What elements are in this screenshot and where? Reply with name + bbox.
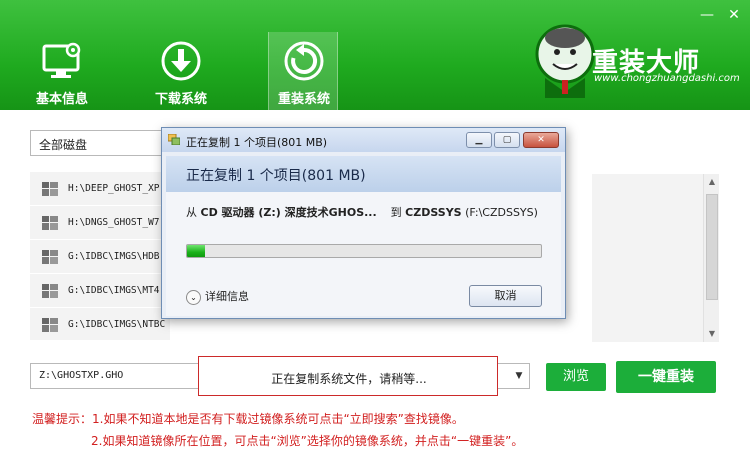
windows-logo-icon [42,249,58,264]
scroll-thumb[interactable] [706,194,718,300]
image-path: G:\IDBC\IMGS\MT4 [68,285,160,296]
dialog-header: 正在复制 1 个项目(801 MB) [166,156,561,192]
image-path: G:\IDBC\IMGS\HDB [68,251,160,262]
tip-line-1: 温馨提示：1.如果不知道本地是否有下载过镜像系统可点击“立即搜索”查找镜像。 [32,412,464,426]
tab-label: 下载系统 [154,92,207,107]
cancel-button[interactable]: 取消 [469,285,542,307]
monitor-gear-icon [42,42,81,78]
windows-logo-icon [42,317,58,332]
dialog-maximize-button[interactable]: ▢ [494,132,520,148]
image-path: G:\IDBC\IMGS\NTBC [68,319,166,330]
tab-basic-info[interactable]: 基本信息 [27,32,97,110]
copy-source[interactable]: CD 驱动器 (Z:) 深度技术GHOS... [201,206,377,219]
chevron-down-icon: ⌄ [186,289,201,305]
list-item[interactable]: G:\IDBC\IMGS\HDB [30,240,170,274]
copy-icon [168,134,180,145]
copy-from-to: 从 CD 驱动器 (Z:) 深度技术GHOS... 到 CZDSSYS (F:\… [186,204,538,220]
dialog-titlebar[interactable]: 正在复制 1 个项目(801 MB) ▁ ▢ ✕ [162,128,565,152]
tip-line-2: 2.如果知道镜像所在位置，可点击“浏览”选择你的镜像系统，并点击“一键重装”。 [91,434,524,448]
download-icon [161,41,201,81]
reinstall-icon [284,41,324,81]
image-path: H:\DNGS_GHOST_W7 [68,217,160,228]
tab-reinstall-system[interactable]: 重装系统 [268,32,338,110]
list-item[interactable]: H:\DEEP_GHOST_XP [30,172,170,206]
dialog-minimize-button[interactable]: ▁ [466,132,492,148]
list-item[interactable]: H:\DNGS_GHOST_W7 [30,206,170,240]
copy-destination-path: (F:\CZDSSYS) [465,206,538,219]
copy-progress-dialog: 正在复制 1 个项目(801 MB) ▁ ▢ ✕ 正在复制 1 个项目(801 … [161,127,566,319]
scroll-up-icon[interactable]: ▲ [704,174,720,190]
image-detail-panel [592,174,718,342]
scroll-down-icon[interactable]: ▼ [704,326,720,342]
windows-logo-icon [42,283,58,298]
copy-progress-bar [186,244,542,258]
scrollbar[interactable]: ▲ ▼ [703,174,719,342]
brand-url: www.chongzhuangdashi.com [594,73,740,84]
dialog-heading: 正在复制 1 个项目(801 MB) [186,168,366,184]
list-item[interactable]: G:\IDBC\IMGS\NTBC [30,308,170,342]
windows-logo-icon [42,215,58,230]
status-text: 正在复制系统文件，请稍等... [271,372,427,386]
one-click-reinstall-button[interactable]: 一键重装 [616,361,716,393]
tab-label: 基本信息 [35,92,88,107]
tab-label: 重装系统 [277,92,330,107]
disk-select[interactable]: 全部磁盘 [30,130,170,156]
chevron-down-icon[interactable]: ▼ [509,364,529,388]
tab-download-system[interactable]: 下载系统 [146,32,216,110]
progress-fill [187,245,205,257]
image-list: H:\DEEP_GHOST_XP H:\DNGS_GHOST_W7 G:\IDB… [30,172,170,342]
more-details-toggle[interactable]: ⌄ 详细信息 [186,288,249,305]
dialog-body: 从 CD 驱动器 (Z:) 深度技术GHOS... 到 CZDSSYS (F:\… [166,192,561,316]
image-path: H:\DEEP_GHOST_XP [68,183,160,194]
dialog-title: 正在复制 1 个项目(801 MB) [186,136,328,149]
dialog-close-button[interactable]: ✕ [523,132,559,148]
list-item[interactable]: G:\IDBC\IMGS\MT4 [30,274,170,308]
app-header: — ✕ 基本信息 下载系统 重装系统 重装大师 www.chongzhuangd… [0,0,750,110]
from-prefix: 从 [186,206,197,219]
path-value: Z:\GHOSTXP.GHO [39,370,124,381]
to-prefix: 到 [390,206,402,219]
copy-destination[interactable]: CZDSSYS [405,206,461,219]
browse-button[interactable]: 浏览 [546,363,606,391]
windows-logo-icon [42,181,58,196]
details-label: 详细信息 [205,290,249,303]
status-box: 正在复制系统文件，请稍等... [198,356,498,396]
